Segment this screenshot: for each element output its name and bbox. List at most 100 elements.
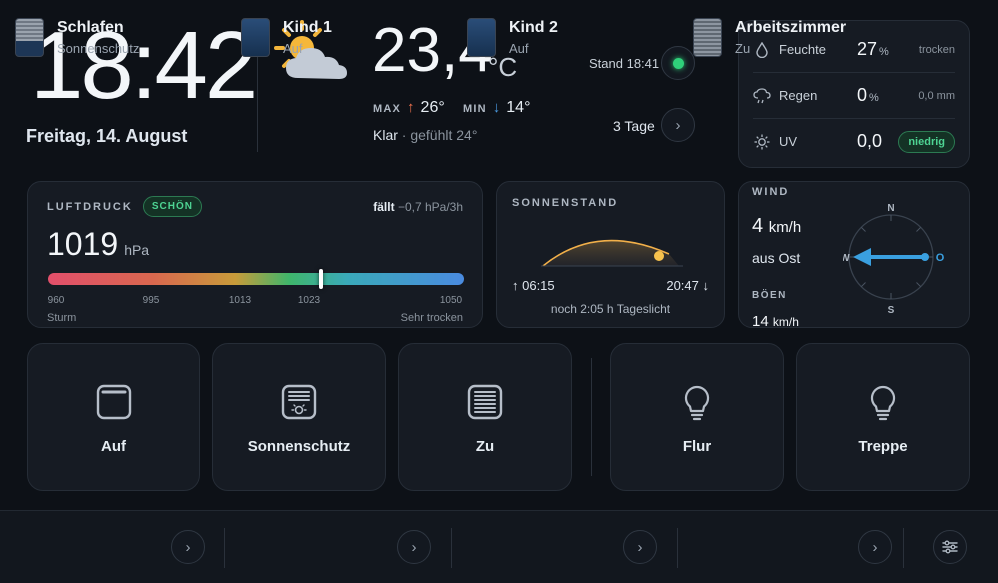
blind-open-icon [96,384,131,420]
pressure-high-label: Sehr trocken [400,312,463,324]
scene-button-sonnenschutz[interactable]: Sonnenschutz [212,343,386,491]
sun-arc-chart [541,239,683,267]
lightbulb-icon [870,385,896,421]
room-state: Auf [283,41,303,56]
rain-label: Regen [779,88,818,103]
chevron-right-icon: › [411,538,417,556]
pressure-trend-label: fällt [373,200,395,214]
room-kind-2-open-button[interactable]: › [623,530,657,564]
update-status-label: Stand 18:41 [589,56,660,71]
pressure-tick: 1023 [297,295,321,306]
pressure-trend: fällt −0,7 hPa/3h [373,200,463,214]
pressure-status-badge: SCHÖN [142,196,202,217]
blind-thumbnail-icon [467,18,496,57]
wind-card: WIND 4 km/h aus Ost BÖEN 14 km/h N S W O [738,181,970,328]
pressure-value: 1019 [47,226,119,262]
chevron-right-icon: › [675,116,681,134]
room-kind-1-open-button[interactable]: › [397,530,431,564]
pressure-tick: 1013 [228,295,252,306]
uv-label: UV [779,134,798,149]
feels-like-text: · gefühlt 24° [401,127,478,143]
arrow-up-icon: ↑ [407,99,415,116]
scene-button-zu[interactable]: Zu [398,343,572,491]
sunset-time: 20:47 ↓ [666,278,709,293]
rain-cloud-icon [753,87,771,103]
pressure-tick: 1050 [439,295,463,306]
room-state: Zu [735,41,751,56]
humidity-value: 27% [857,39,889,59]
room-state: Sonnenschutz [57,41,140,56]
compass-s: S [888,305,895,316]
room-name: Schlafen [57,19,124,36]
lightbulb-icon [684,385,710,421]
light-button-flur[interactable]: Flur [610,343,784,491]
compass-w: W [843,253,850,264]
room-item-kind-2[interactable]: Kind 2 Auf [467,17,617,57]
uv-row: UV 0,0 niedrig [753,119,955,164]
room-item-arbeitszimmer[interactable]: Arbeitszimmer Zu [693,17,853,57]
divider [591,358,592,476]
divider [677,528,678,568]
uv-value: 0,0 [857,131,883,151]
compass-n: N [887,203,894,214]
rain-value: 0% [857,85,879,105]
pressure-marker [318,269,323,289]
scene-label: Sonnenschutz [247,438,351,455]
sun-title: SONNENSTAND [512,197,619,209]
sunrise-time: ↑ 06:15 [512,278,555,293]
blind-thumbnail-icon [15,18,44,57]
room-item-kind-1[interactable]: Kind 1 Auf [241,17,391,57]
chevron-right-icon: › [637,538,643,556]
compass-o: O [936,252,945,264]
chevron-right-icon: › [872,538,878,556]
room-state: Auf [509,41,529,56]
min-temperature: MIN ↓ 14° [463,99,530,117]
divider [451,528,452,568]
sliders-icon [942,540,958,554]
min-value: 14° [506,99,531,116]
pressure-reading: 1019 hPa [47,226,149,263]
status-dot-icon [672,57,684,69]
room-name: Kind 1 [283,19,332,36]
pressure-low-label: Sturm [47,312,77,324]
blind-thumbnail-icon [241,18,270,57]
wind-compass: N S W O [843,203,945,316]
forecast-label: 3 Tage [613,118,655,134]
room-bar [0,510,998,583]
wind-speed: 4 km/h [752,215,802,237]
pressure-header: LUFTDRUCK SCHÖN [47,196,202,217]
pressure-card: LUFTDRUCK SCHÖN fällt −0,7 hPa/3h 1019 h… [27,181,483,328]
sun-icon [754,134,770,149]
arrow-down-icon: ↓ [492,99,501,116]
sun-position-card: SONNENSTAND ↑ 06:15 20:47 ↓ noch 2:05 h … [496,181,725,328]
gust-value: 14 km/h [752,313,799,328]
uv-status-badge: niedrig [898,130,955,153]
room-schlafen-open-button[interactable]: › [171,530,205,564]
room-item-schlafen[interactable]: Schlafen Sonnenschutz [15,17,165,57]
max-temperature: MAX ↑ 26° [373,99,445,117]
status-indicator-button[interactable] [661,46,695,80]
pressure-tick: 995 [142,295,160,306]
room-arbeitszimmer-open-button[interactable]: › [858,530,892,564]
scene-button-auf[interactable]: Auf [27,343,200,491]
chevron-right-icon: › [185,538,191,556]
pressure-trend-value: −0,7 hPa/3h [397,200,463,214]
wind-direction: aus Ost [752,250,801,266]
sun-position-dot [654,251,664,261]
scene-label: Auf [101,438,126,455]
room-name: Arbeitszimmer [735,19,847,36]
humidity-note: trocken [918,43,955,56]
light-label: Treppe [858,438,908,455]
forecast-button[interactable]: › [661,108,695,142]
pressure-tick: 960 [47,295,65,306]
divider [903,528,904,568]
divider [224,528,225,568]
wind-title: WIND [752,186,790,198]
settings-sliders-button[interactable] [933,530,967,564]
light-button-treppe[interactable]: Treppe [796,343,970,491]
condition-row: Klar · gefühlt 24° [373,127,477,143]
max-value: 26° [420,99,445,116]
min-label: MIN [463,103,487,115]
gust-label: BÖEN [752,290,787,301]
rain-note: 0,0 mm [918,89,955,102]
